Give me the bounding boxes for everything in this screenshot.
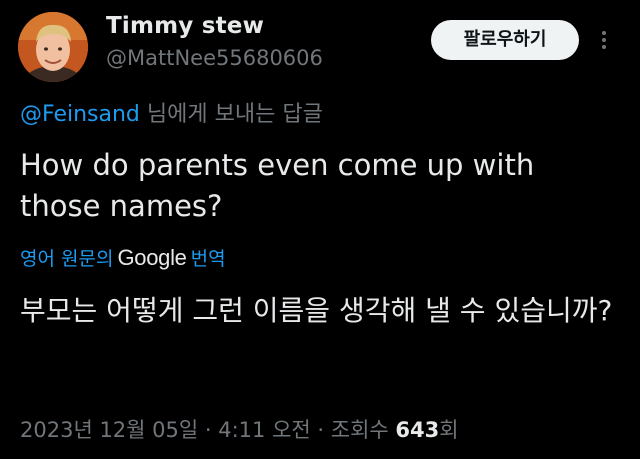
more-vertical-icon[interactable] (596, 28, 612, 52)
meta-separator-1: · (198, 418, 219, 442)
follow-button[interactable]: 팔로우하기 (431, 20, 579, 60)
reply-suffix: 님에게 보내는 답글 (139, 102, 323, 127)
meta-separator-2: · (310, 418, 331, 442)
avatar[interactable] (18, 12, 88, 82)
tweet-date[interactable]: 2023년 12월 05일 (20, 418, 198, 442)
reply-mention-link[interactable]: @Feinsand (20, 102, 140, 127)
translation-attribution: 영어 원문의 Google 번역 (20, 244, 226, 271)
views-label: 조회수 (330, 418, 396, 442)
reply-context: @Feinsand 님에게 보내는 답글 (20, 96, 323, 128)
tweet-metadata: 2023년 12월 05일 · 4:11 오전 · 조회수 643회 (20, 414, 459, 444)
views-count[interactable]: 643 (395, 418, 439, 442)
google-logo: Google (117, 245, 187, 270)
translation-source-label[interactable]: 영어 원문의 (20, 248, 113, 270)
tweet-text: How do parents even come up with those n… (20, 148, 535, 223)
translated-tweet-text: 부모는 어떻게 그런 이름을 생각해 낼 수 있습니까? (20, 294, 613, 327)
tweet-time[interactable]: 4:11 오전 (218, 418, 310, 442)
author-display-name[interactable]: Timmy stew (106, 13, 264, 39)
author-handle[interactable]: @MattNee55680606 (106, 46, 323, 70)
avatar-photo (18, 12, 88, 82)
translation-label[interactable]: 번역 (191, 248, 226, 270)
views-suffix: 회 (439, 418, 459, 442)
